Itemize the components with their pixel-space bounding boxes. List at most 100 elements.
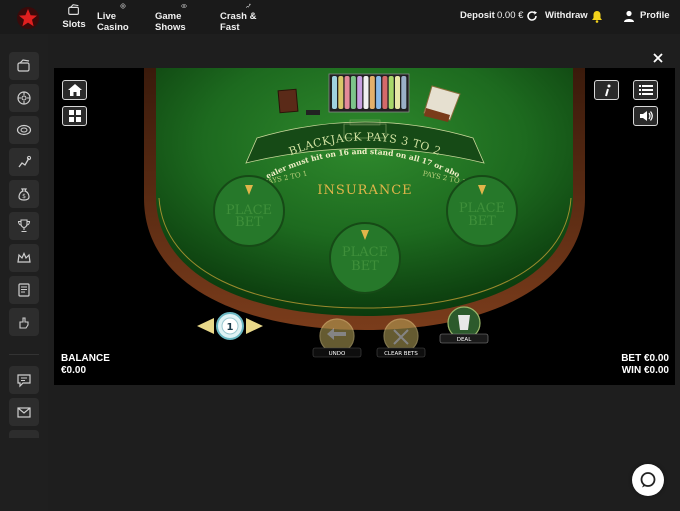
trophy-icon bbox=[17, 219, 31, 233]
grid-icon bbox=[68, 110, 81, 122]
deal-icon bbox=[458, 315, 470, 330]
slots-icon bbox=[17, 59, 30, 72]
bet-win-panel: BET €0.00 WIN €0.00 bbox=[621, 353, 669, 377]
chip-stack bbox=[363, 76, 369, 109]
deposit-label: Deposit bbox=[460, 10, 495, 21]
sidebar-item-responsible[interactable] bbox=[9, 308, 39, 336]
nav-slots[interactable]: Slots bbox=[60, 3, 88, 33]
crash-fast-icon bbox=[18, 155, 32, 168]
home-button[interactable] bbox=[62, 80, 87, 100]
mail-icon bbox=[17, 407, 31, 418]
profile-label: Profile bbox=[640, 10, 670, 21]
speaker-icon bbox=[639, 111, 653, 121]
bet-spot-center-line2: BET bbox=[351, 259, 379, 274]
nav-live-casino-label: Live Casino bbox=[97, 11, 129, 33]
sidebar-item-jackpots[interactable]: $ bbox=[9, 180, 39, 208]
chip-stack bbox=[369, 76, 375, 109]
bet-label: BET bbox=[621, 353, 642, 364]
nav-game-shows-label: Game Shows bbox=[155, 11, 186, 33]
profile-link[interactable]: Profile bbox=[640, 10, 670, 21]
game-frame[interactable]: BLACKJACK PAYS 3 TO 2 Dealer must hit on… bbox=[54, 68, 675, 385]
close-game-button[interactable] bbox=[651, 51, 665, 65]
sound-button[interactable] bbox=[633, 106, 658, 126]
profile-icon[interactable] bbox=[623, 10, 635, 22]
balance-label: BALANCE bbox=[61, 353, 110, 364]
withdraw-link[interactable]: Withdraw bbox=[545, 10, 588, 21]
svg-text:$: $ bbox=[22, 193, 26, 200]
chip-stack bbox=[376, 76, 382, 109]
nav-slots-label: Slots bbox=[62, 19, 86, 30]
sidebar-item-tournaments[interactable] bbox=[9, 212, 39, 240]
game-shows-icon bbox=[16, 124, 32, 136]
balance-display: 0.00 € bbox=[497, 10, 523, 21]
crash-fast-icon bbox=[245, 3, 251, 9]
bet-spot-center-line1: PLACE bbox=[342, 245, 388, 260]
nav-game-shows[interactable]: Game Shows bbox=[155, 3, 213, 33]
nav-live-casino[interactable]: Live Casino bbox=[97, 3, 149, 33]
chip-stack bbox=[382, 76, 388, 109]
sidebar-item-vip[interactable] bbox=[9, 244, 39, 272]
lobby-button[interactable] bbox=[62, 106, 87, 126]
chip-prev-arrow-icon[interactable] bbox=[197, 318, 214, 334]
sidebar-item-mail[interactable] bbox=[9, 398, 39, 426]
chip-stack bbox=[338, 76, 344, 109]
chat-icon bbox=[17, 374, 31, 388]
refresh-icon[interactable] bbox=[526, 10, 538, 22]
chip-tray bbox=[328, 73, 410, 113]
win-label: WIN bbox=[621, 365, 642, 376]
sidebar-divider bbox=[9, 354, 39, 355]
sidebar: $ bbox=[0, 34, 48, 511]
chip-stack bbox=[357, 76, 363, 109]
book-icon bbox=[18, 283, 30, 297]
clear-bets-label: CLEAR BETS bbox=[384, 351, 418, 357]
balance-panel: BALANCE €0.00 bbox=[61, 353, 110, 377]
blackjack-table: BLACKJACK PAYS 3 TO 2 Dealer must hit on… bbox=[54, 68, 585, 358]
chat-bubble-icon bbox=[640, 472, 656, 488]
live-chat-button[interactable] bbox=[632, 464, 664, 496]
live-casino-icon bbox=[17, 91, 31, 105]
bet-spot-left-line2: BET bbox=[235, 215, 263, 230]
money-bag-icon: $ bbox=[18, 188, 30, 201]
deposit-link[interactable]: Deposit bbox=[460, 10, 495, 21]
close-icon bbox=[653, 53, 663, 63]
sidebar-item-chat[interactable] bbox=[9, 366, 39, 394]
sidebar-item-slots[interactable] bbox=[9, 52, 39, 80]
menu-button[interactable] bbox=[633, 80, 658, 100]
bet-spot-right-line2: BET bbox=[468, 214, 496, 229]
crown-icon bbox=[17, 252, 31, 263]
live-casino-icon bbox=[120, 3, 126, 9]
nav-crash-fast[interactable]: Crash & Fast bbox=[220, 3, 276, 33]
info-icon bbox=[604, 84, 610, 97]
chip-value: 1 bbox=[227, 322, 234, 333]
undo-label: UNDO bbox=[329, 351, 346, 357]
slots-icon bbox=[68, 4, 79, 15]
nav-crash-fast-label: Crash & Fast bbox=[220, 11, 257, 33]
header-balance-amount: 0.00 € bbox=[497, 10, 524, 21]
sidebar-item-crash-fast[interactable] bbox=[9, 148, 39, 176]
sidebar-item-live-casino[interactable] bbox=[9, 84, 39, 112]
chip-stack bbox=[401, 76, 407, 109]
game-shows-icon bbox=[181, 4, 187, 8]
info-button[interactable] bbox=[594, 80, 619, 100]
hand-icon bbox=[19, 317, 29, 329]
chip-stack bbox=[344, 76, 350, 109]
balance-value: €0.00 bbox=[61, 365, 87, 376]
withdraw-label: Withdraw bbox=[545, 10, 588, 21]
bet-value: €0.00 bbox=[643, 353, 669, 364]
notification-bell-icon[interactable] bbox=[591, 10, 603, 23]
chip-stack bbox=[395, 76, 400, 109]
sidebar-item-game-shows[interactable] bbox=[9, 116, 39, 144]
top-bar: Slots Live Casino Game Shows Crash & Fas… bbox=[0, 0, 680, 34]
chip-stack bbox=[388, 76, 394, 109]
chip-next-arrow-icon[interactable] bbox=[246, 318, 263, 334]
deal-label: DEAL bbox=[457, 337, 472, 343]
sidebar-item-rules[interactable] bbox=[9, 276, 39, 304]
chip-stack bbox=[332, 76, 337, 109]
sidebar-item-partial[interactable] bbox=[9, 430, 39, 438]
win-value: €0.00 bbox=[643, 365, 669, 376]
brand-logo-icon[interactable] bbox=[16, 6, 40, 30]
chip-stack bbox=[350, 76, 356, 109]
table-insurance-text: INSURANCE bbox=[317, 183, 412, 198]
list-icon bbox=[638, 85, 653, 95]
home-icon bbox=[67, 84, 82, 96]
